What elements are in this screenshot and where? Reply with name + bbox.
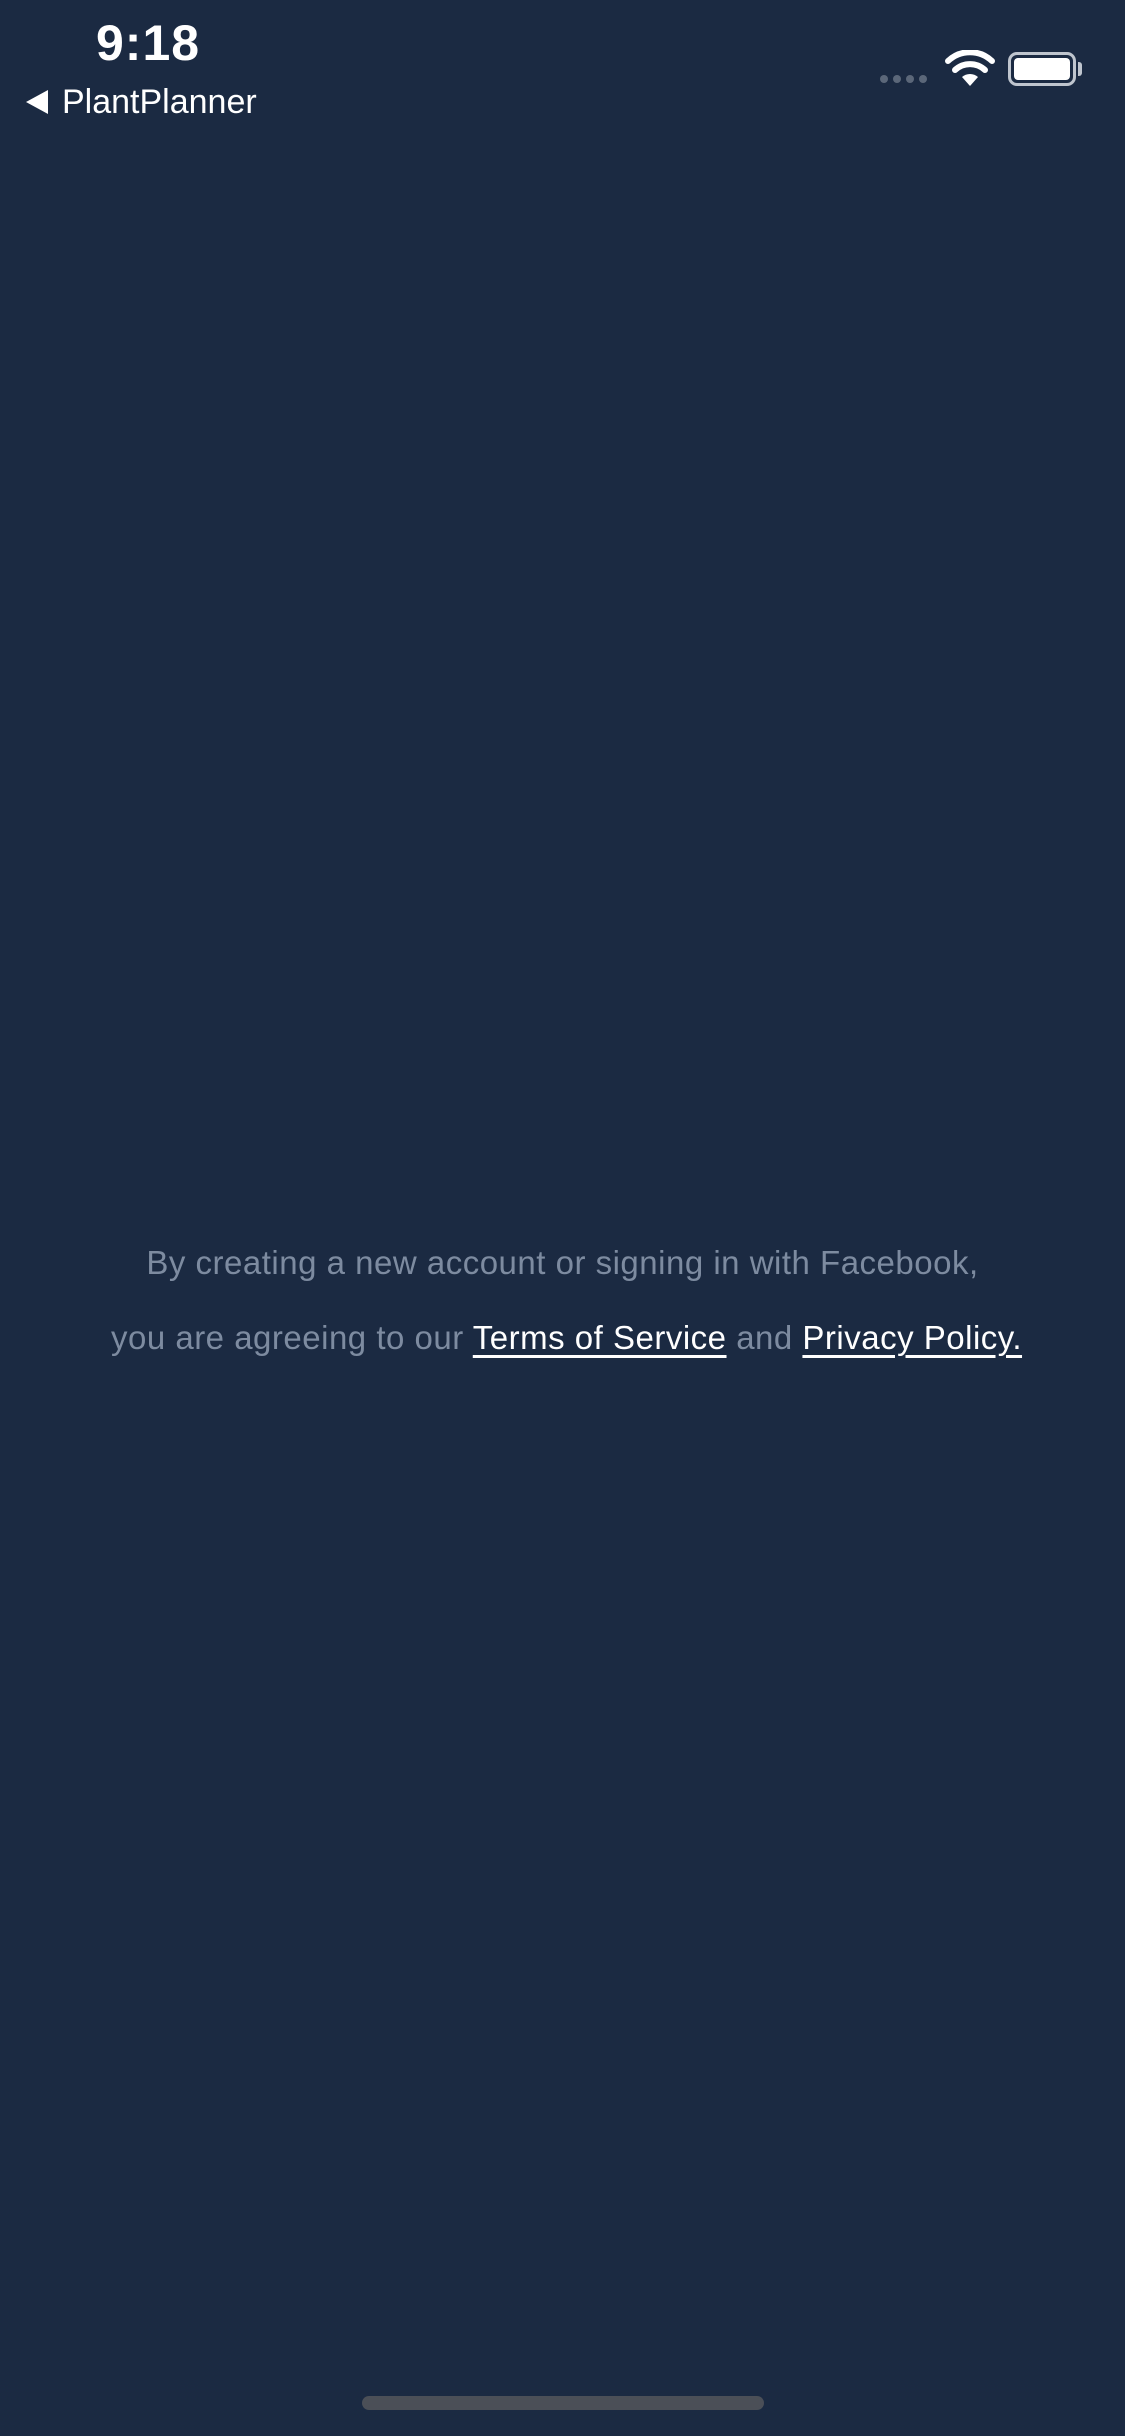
legal-line-1: By creating a new account or signing in … — [146, 1244, 979, 1281]
legal-prefix: you are agreeing to our — [110, 1319, 464, 1356]
terms-of-service-link[interactable]: Terms of Service — [473, 1319, 727, 1356]
back-to-app-button[interactable]: PlantPlanner — [26, 80, 257, 124]
battery-tip — [1078, 62, 1082, 76]
back-caret-icon — [26, 90, 48, 114]
battery-icon — [1008, 52, 1076, 86]
home-indicator[interactable] — [362, 2396, 764, 2410]
legal-conjunction: and — [736, 1319, 793, 1356]
privacy-policy-link[interactable]: Privacy Policy. — [802, 1319, 1022, 1356]
signal-dots-icon — [880, 75, 927, 83]
login-screen: 9:18 PlantPlanner By creating a new acco… — [0, 0, 1125, 2436]
wifi-icon — [945, 50, 995, 86]
status-time: 9:18 — [96, 15, 201, 71]
legal-line-2: you are agreeing to our Terms of Service… — [0, 1300, 1125, 1375]
legal-notice: By creating a new account or signing in … — [0, 1225, 1125, 1375]
back-app-label: PlantPlanner — [62, 82, 257, 121]
